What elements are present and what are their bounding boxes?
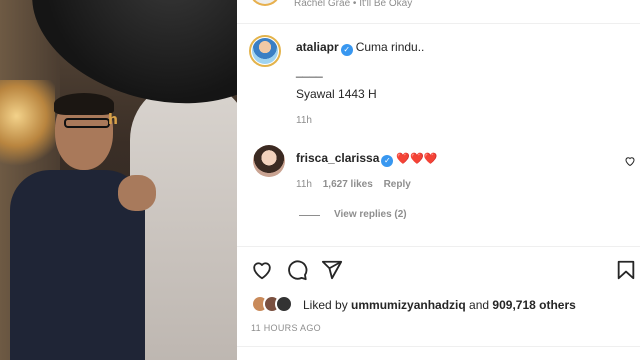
post-photo[interactable]: h — [0, 0, 237, 360]
liker-avatar-3[interactable] — [275, 295, 293, 313]
header-divider — [237, 23, 640, 24]
actions-divider — [237, 246, 640, 247]
footer-divider — [237, 346, 640, 347]
photo-lamp — [0, 80, 55, 170]
song-row: Rachel Grae • It'll Be Okay — [237, 0, 640, 10]
comment-username[interactable]: frisca_clarissa — [296, 151, 379, 165]
post-timestamp[interactable]: 11 HOURS AGO — [251, 323, 321, 333]
post-side-panel: Rachel Grae • It'll Be Okay ataliapr ✓ Cum… — [237, 0, 640, 360]
comment-line: frisca_clarissa ✓ ❤️❤️❤️ — [296, 149, 438, 167]
liked-by-prefix: Liked by — [303, 298, 352, 312]
liked-by-count[interactable]: 909,718 others — [492, 298, 575, 312]
photo-man-hair — [54, 93, 114, 115]
bookmark-icon[interactable] — [615, 259, 637, 281]
caption-avatar[interactable] — [249, 35, 281, 67]
view-replies-link[interactable]: View replies (2) — [334, 209, 407, 220]
song-text[interactable]: Rachel Grae • It'll Be Okay — [294, 0, 412, 9]
caption-time[interactable]: 11h — [296, 115, 312, 126]
liked-by-middle: and — [465, 298, 493, 312]
comment-icon[interactable] — [286, 259, 308, 281]
caption-separator: ____ — [296, 64, 323, 78]
liked-by-user[interactable]: ummumizyanhadziq — [351, 298, 466, 312]
verified-badge-icon: ✓ — [340, 44, 353, 56]
caption-username[interactable]: ataliapr — [296, 40, 339, 54]
photo-woman — [130, 80, 237, 360]
view-replies-line — [299, 215, 320, 216]
photo-sign-text: h — [108, 112, 118, 128]
comment-verified-badge-icon: ✓ — [381, 155, 394, 167]
liked-by-text: Liked by ummumizyanhadziq and 909,718 ot… — [303, 298, 576, 312]
comment-likes[interactable]: 1,627 likes — [323, 179, 373, 190]
comment-time[interactable]: 11h — [296, 179, 312, 190]
comment-meta: 11h 1,627 likes Reply — [296, 179, 411, 190]
song-avatar — [249, 0, 281, 6]
comment-like-icon[interactable] — [624, 155, 636, 167]
caption-line2: Syawal 1443 H — [296, 87, 377, 101]
comment-text: ❤️❤️❤️ — [396, 152, 438, 165]
heart-icon[interactable] — [251, 259, 273, 281]
share-icon[interactable] — [321, 259, 343, 281]
caption-line: ataliapr ✓ Cuma rindu.. — [296, 38, 424, 56]
liked-by-row: Liked by ummumizyanhadziq and 909,718 ot… — [251, 295, 631, 315]
comment-avatar[interactable] — [253, 145, 285, 177]
comment-reply-button[interactable]: Reply — [384, 179, 411, 190]
photo-glasses — [64, 118, 110, 128]
caption-text: Cuma rindu.. — [355, 40, 425, 54]
photo-hand — [118, 175, 156, 211]
